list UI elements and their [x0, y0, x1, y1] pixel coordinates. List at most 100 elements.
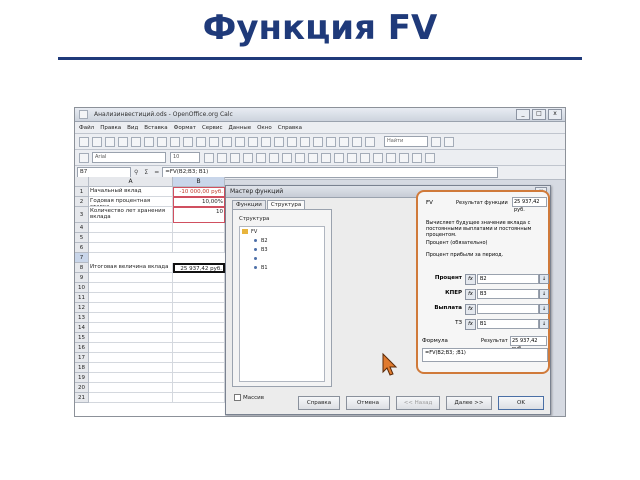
corner-cell[interactable] [75, 177, 89, 187]
zoom-icon[interactable] [352, 136, 362, 147]
cut-icon[interactable] [196, 136, 206, 147]
row-header[interactable]: 17 [75, 353, 89, 363]
grid-cell[interactable] [173, 233, 225, 243]
grid-cell[interactable] [173, 393, 225, 403]
row-header[interactable]: 21 [75, 393, 89, 403]
row-header[interactable]: 3 [75, 207, 89, 223]
grid-cell[interactable] [173, 353, 225, 363]
navigator-icon[interactable] [313, 136, 323, 147]
add-decimal-icon[interactable] [347, 152, 357, 163]
grid-cell[interactable] [89, 353, 173, 363]
row-header[interactable]: 14 [75, 323, 89, 333]
fx-button[interactable]: fx [465, 289, 476, 300]
open-icon[interactable] [92, 136, 102, 147]
save-icon[interactable] [105, 136, 115, 147]
argument-input[interactable] [477, 304, 539, 314]
menu-data[interactable]: Данные [229, 125, 252, 131]
number-format-icon[interactable] [334, 152, 344, 163]
help-icon[interactable] [365, 136, 375, 147]
argument-input[interactable]: B2 [477, 274, 539, 284]
currency-icon[interactable] [308, 152, 318, 163]
row-header[interactable]: 9 [75, 273, 89, 283]
menu-format[interactable]: Формат [174, 125, 196, 131]
row-header[interactable]: 19 [75, 373, 89, 383]
pdf-icon[interactable] [144, 136, 154, 147]
font-name-select[interactable]: Arial [92, 152, 166, 163]
grid-cell[interactable] [173, 283, 225, 293]
tree-node[interactable]: B1 [254, 265, 268, 271]
grid-cell[interactable] [89, 303, 173, 313]
grid-cell[interactable] [89, 273, 173, 283]
row-header[interactable]: 20 [75, 383, 89, 393]
array-checkbox[interactable]: Массив [234, 394, 264, 401]
help-button[interactable]: Справка [298, 396, 340, 410]
grid-cell[interactable] [173, 243, 225, 253]
row-header[interactable]: 1 [75, 187, 89, 197]
menu-view[interactable]: Вид [127, 125, 138, 131]
align-left-icon[interactable] [243, 152, 253, 163]
preview-icon[interactable] [170, 136, 180, 147]
grid-cell[interactable] [89, 233, 173, 243]
find-input[interactable]: Найти [384, 136, 428, 147]
justify-icon[interactable] [282, 152, 292, 163]
redo-icon[interactable] [248, 136, 258, 147]
spellcheck-icon[interactable] [183, 136, 193, 147]
edit-icon[interactable] [131, 136, 141, 147]
merge-cells-icon[interactable] [295, 152, 305, 163]
menu-insert[interactable]: Вставка [144, 125, 167, 131]
grid-cell[interactable] [173, 363, 225, 373]
shrink-icon[interactable]: ↓ [539, 304, 549, 314]
ok-button[interactable]: OK [498, 396, 544, 410]
grid-cell[interactable] [89, 393, 173, 403]
close-window-button[interactable]: x [548, 109, 562, 120]
fx-button[interactable]: fx [465, 304, 476, 315]
font-size-select[interactable]: 10 [170, 152, 200, 163]
row-header[interactable]: 2 [75, 197, 89, 207]
row-header[interactable]: 4 [75, 223, 89, 233]
shrink-icon[interactable]: ↓ [539, 274, 549, 284]
grid-cell[interactable] [173, 383, 225, 393]
grid-cell[interactable] [173, 333, 225, 343]
cell-a1[interactable]: Начальный вклад [89, 187, 173, 197]
argument-input[interactable]: B1 [477, 319, 539, 329]
grid-cell[interactable] [89, 313, 173, 323]
find-up-icon[interactable] [444, 136, 454, 147]
next-button[interactable]: Далее >> [446, 396, 492, 410]
datasource-icon[interactable] [339, 136, 349, 147]
copy-icon[interactable] [209, 136, 219, 147]
maximize-button[interactable]: □ [532, 109, 546, 120]
grid-cell[interactable] [173, 293, 225, 303]
row-header[interactable]: 7 [75, 253, 89, 263]
grid-cell[interactable] [89, 363, 173, 373]
fx-button[interactable]: fx [465, 319, 476, 330]
chart-icon[interactable] [300, 136, 310, 147]
cell-a7[interactable]: Итоговая величина вклада [89, 263, 173, 273]
grid-cell[interactable] [89, 223, 173, 233]
percent-icon[interactable] [321, 152, 331, 163]
menu-edit[interactable]: Правка [100, 125, 121, 131]
tree-node[interactable] [254, 256, 261, 262]
grid-cell[interactable] [173, 373, 225, 383]
borders-icon[interactable] [399, 152, 409, 163]
row-header[interactable]: 5 [75, 233, 89, 243]
cell-b1[interactable]: -10 000,00 руб. [173, 187, 225, 197]
fx-button[interactable]: fx [465, 274, 476, 285]
row-header[interactable]: 15 [75, 333, 89, 343]
grid-cell[interactable] [89, 373, 173, 383]
formula-textarea[interactable]: =FV(B2;B3; ;B1) [422, 348, 548, 362]
column-header-a[interactable]: A [89, 177, 173, 187]
shrink-icon[interactable]: ↓ [539, 289, 549, 299]
row-header[interactable]: 8 [75, 263, 89, 273]
grid-cell[interactable] [89, 283, 173, 293]
argument-input[interactable]: B3 [477, 289, 539, 299]
grid-cell[interactable] [173, 313, 225, 323]
grid-cell[interactable] [173, 223, 225, 233]
grid-cell[interactable] [89, 333, 173, 343]
bold-icon[interactable] [204, 152, 214, 163]
tree-root[interactable]: FV [242, 229, 257, 235]
grid-cell[interactable] [89, 343, 173, 353]
row-header[interactable]: 10 [75, 283, 89, 293]
grid-cell[interactable] [173, 303, 225, 313]
align-center-icon[interactable] [256, 152, 266, 163]
underline-icon[interactable] [230, 152, 240, 163]
